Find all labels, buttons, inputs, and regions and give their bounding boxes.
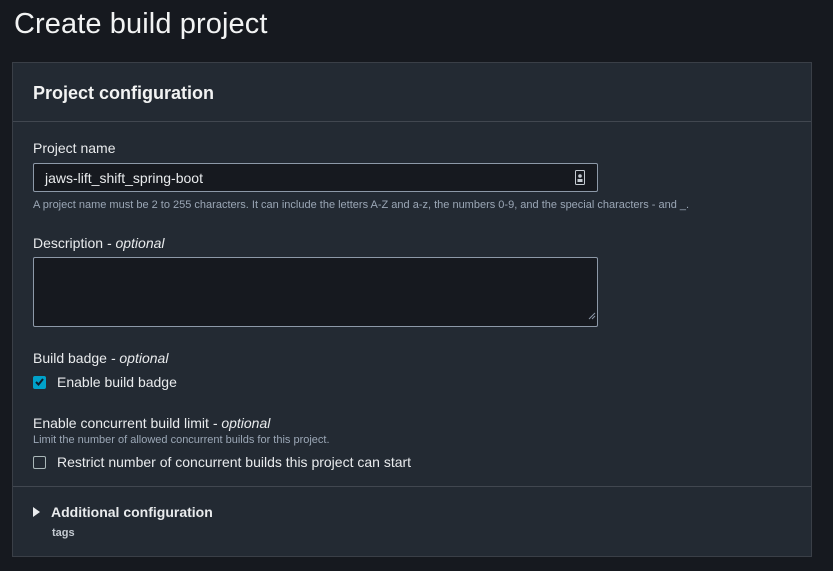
enable-build-badge-row[interactable]: Enable build badge (33, 374, 177, 390)
build-badge-optional-text: - optional (110, 350, 169, 366)
concurrent-limit-label-text: Enable concurrent build limit (33, 415, 209, 431)
enable-build-badge-label: Enable build badge (57, 374, 177, 390)
description-textarea[interactable] (33, 257, 598, 327)
panel-title: Project configuration (33, 83, 215, 103)
additional-configuration-toggle[interactable]: Additional configuration (33, 504, 213, 520)
restrict-concurrent-row[interactable]: Restrict number of concurrent builds thi… (33, 454, 411, 470)
panel-header: Project configuration (13, 63, 811, 122)
concurrent-limit-optional-text: - optional (212, 415, 271, 431)
project-name-input[interactable]: jaws-lift_shift_spring-boot (33, 163, 598, 192)
divider (13, 486, 811, 487)
caret-right-icon (33, 507, 40, 517)
additional-configuration-title: Additional configuration (51, 504, 213, 520)
password-manager-icon[interactable] (575, 170, 585, 190)
concurrent-limit-label: Enable concurrent build limit - optional (33, 415, 270, 431)
description-optional-text: - optional (106, 235, 165, 251)
checkmark-icon (35, 378, 44, 386)
additional-configuration-subtitle: tags (52, 527, 75, 539)
build-badge-label-text: Build badge (33, 350, 107, 366)
build-badge-label: Build badge - optional (33, 350, 168, 366)
restrict-concurrent-label: Restrict number of concurrent builds thi… (57, 454, 412, 470)
concurrent-limit-hint: Limit the number of allowed concurrent b… (33, 434, 330, 446)
restrict-concurrent-checkbox[interactable] (33, 455, 46, 469)
page-title: Create build project (14, 8, 268, 40)
enable-build-badge-checkbox[interactable] (33, 375, 46, 389)
project-name-hint: A project name must be 2 to 255 characte… (33, 199, 690, 211)
project-name-label: Project name (33, 140, 116, 156)
description-label-text: Description (33, 235, 104, 251)
project-configuration-panel: Project configuration Project name jaws-… (12, 62, 812, 557)
description-label: Description - optional (33, 235, 165, 251)
resize-handle-icon[interactable] (588, 307, 596, 325)
project-name-value: jaws-lift_shift_spring-boot (45, 170, 203, 186)
